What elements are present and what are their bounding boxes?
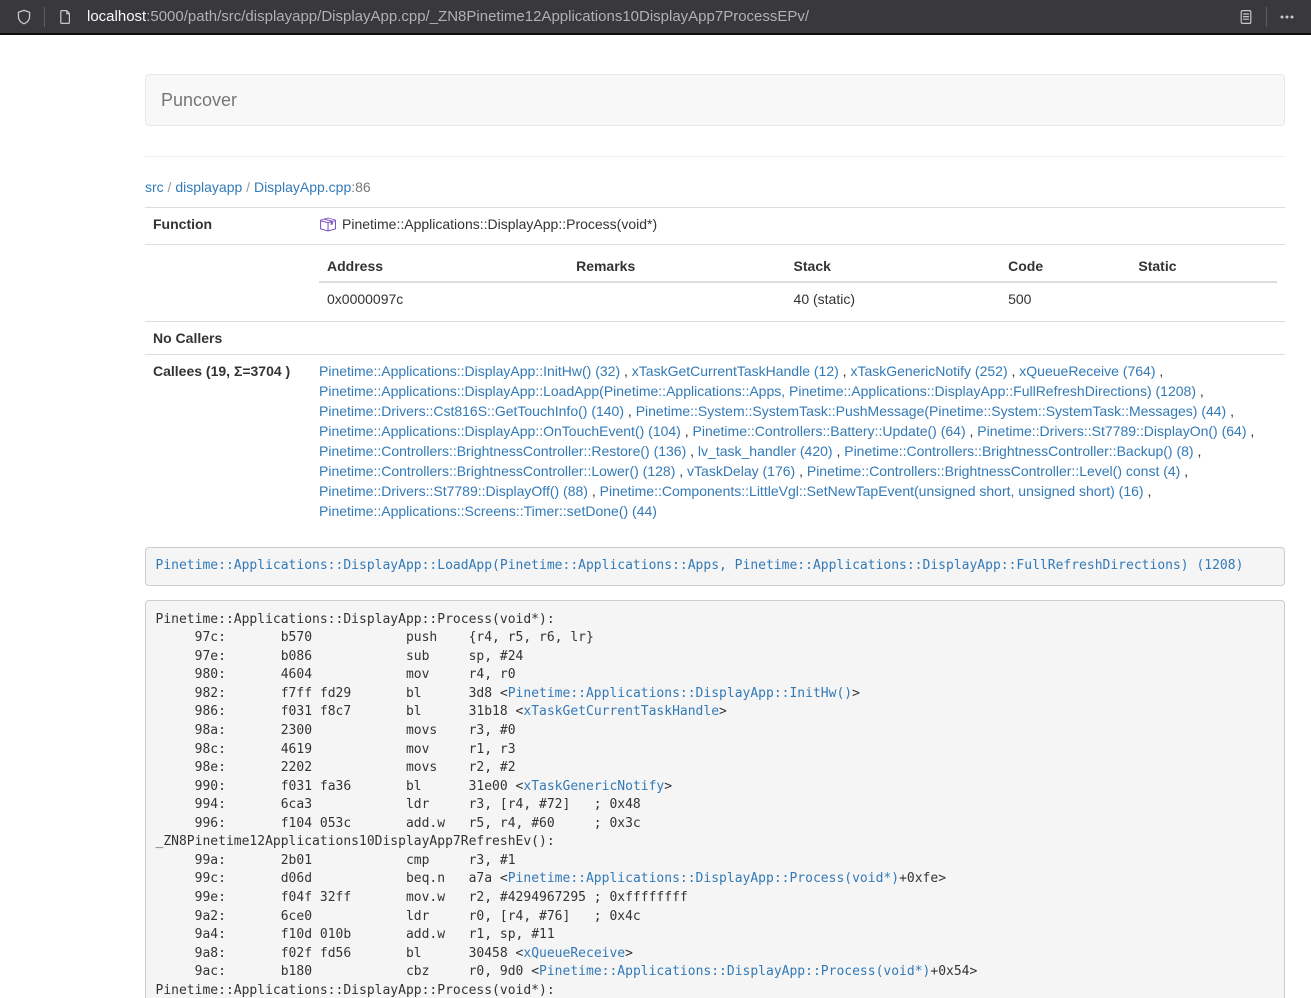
- breadcrumb: src / displayapp / DisplayApp.cpp:86: [145, 179, 1285, 195]
- callee-link[interactable]: Pinetime::System::SystemTask::PushMessag…: [636, 403, 1227, 419]
- page: Puncover src / displayapp / DisplayApp.c…: [130, 35, 1300, 998]
- callee-link[interactable]: Pinetime::Drivers::Cst816S::GetTouchInfo…: [319, 403, 624, 419]
- code-symbol-link[interactable]: Pinetime::Applications::DisplayApp::Proc…: [508, 871, 899, 886]
- stats-table: AddressRemarksStackCodeStatic 0x0000097c…: [319, 251, 1277, 315]
- more-menu-icon[interactable]: [1273, 3, 1301, 31]
- code-symbol-link[interactable]: xTaskGetCurrentTaskHandle: [523, 704, 719, 719]
- breadcrumb-link[interactable]: displayapp: [175, 179, 242, 195]
- snippet-link[interactable]: Pinetime::Applications::DisplayApp::Load…: [156, 558, 1244, 573]
- callees-row: Callees (19, Σ=3704 ) Pinetime::Applicat…: [145, 354, 1285, 527]
- callee-link[interactable]: vTaskDelay (176): [687, 463, 795, 479]
- page-icon[interactable]: [51, 3, 79, 31]
- stats-header-row: AddressRemarksStackCodeStatic: [319, 251, 1277, 282]
- callee-link[interactable]: Pinetime::Drivers::St7789::DisplayOn() (…: [977, 423, 1246, 439]
- function-row: Function Pinetime::Applications::Display…: [145, 208, 1285, 245]
- stats-header-cell: Address: [319, 251, 568, 282]
- chrome-separator: [44, 7, 45, 27]
- callees-cell: Pinetime::Applications::DisplayApp::Init…: [311, 354, 1285, 527]
- callees-label: Callees (19, Σ=3704 ): [145, 354, 311, 527]
- code-symbol-link[interactable]: Pinetime::Applications::DisplayApp::Init…: [508, 686, 852, 701]
- callee-link[interactable]: Pinetime::Applications::DisplayApp::Init…: [319, 363, 620, 379]
- callee-link[interactable]: Pinetime::Applications::DisplayApp::Load…: [319, 383, 1196, 399]
- snippet-panel: Pinetime::Applications::DisplayApp::Load…: [145, 547, 1285, 587]
- divider: [145, 156, 1285, 157]
- chrome-separator: [1266, 7, 1267, 27]
- stats-header-cell: Static: [1130, 251, 1277, 282]
- code-symbol-link[interactable]: xQueueReceive: [523, 946, 625, 961]
- stats-body: 0x0000097c 40 (static)500: [319, 282, 1277, 315]
- url-host: localhost: [87, 8, 146, 25]
- brand-link[interactable]: Puncover: [146, 90, 252, 111]
- callee-link[interactable]: Pinetime::Applications::Screens::Timer::…: [319, 503, 657, 519]
- stats-cell: [1130, 282, 1277, 315]
- code-symbol-link[interactable]: Pinetime::Applications::DisplayApp::Proc…: [539, 964, 930, 979]
- stats-cell: [568, 282, 785, 315]
- breadcrumb-separator: /: [164, 179, 176, 195]
- breadcrumb-separator: /: [242, 179, 254, 195]
- no-callers-label: No Callers: [145, 321, 311, 354]
- code-symbol-link[interactable]: xTaskGenericNotify: [523, 779, 664, 794]
- callee-link[interactable]: Pinetime::Applications::DisplayApp::OnTo…: [319, 423, 681, 439]
- url-path: :5000/path/src/displayapp/DisplayApp.cpp…: [146, 8, 809, 25]
- callee-link[interactable]: xQueueReceive (764): [1019, 363, 1155, 379]
- breadcrumb-line-number: :86: [351, 179, 370, 195]
- stats-header-cell: Code: [1000, 251, 1130, 282]
- function-name: Pinetime::Applications::DisplayApp::Proc…: [342, 214, 657, 234]
- browser-chrome: localhost:5000/path/src/displayapp/Displ…: [0, 0, 1311, 35]
- callee-link[interactable]: Pinetime::Components::LittleVgl::SetNewT…: [600, 483, 1144, 499]
- function-label: Function: [145, 208, 311, 245]
- shield-icon[interactable]: [10, 3, 38, 31]
- callee-link[interactable]: Pinetime::Controllers::BrightnessControl…: [844, 443, 1193, 459]
- callee-link[interactable]: xTaskGenericNotify (252): [850, 363, 1007, 379]
- reader-mode-icon[interactable]: [1232, 3, 1260, 31]
- breadcrumb-link[interactable]: DisplayApp.cpp: [254, 179, 351, 195]
- callee-link[interactable]: Pinetime::Controllers::Battery::Update()…: [693, 423, 966, 439]
- callee-link[interactable]: Pinetime::Controllers::BrightnessControl…: [319, 443, 686, 459]
- callee-link[interactable]: lv_task_handler (420): [698, 443, 833, 459]
- function-table: Function Pinetime::Applications::Display…: [145, 207, 1285, 527]
- callee-link[interactable]: Pinetime::Controllers::BrightnessControl…: [319, 463, 675, 479]
- stats-header-cell: Stack: [786, 251, 1001, 282]
- stats-row-container: AddressRemarksStackCodeStatic 0x0000097c…: [145, 244, 1285, 321]
- no-callers-row: No Callers: [145, 321, 1285, 354]
- stats-cell: 40 (static): [786, 282, 1001, 315]
- disassembly-code: Pinetime::Applications::DisplayApp::Proc…: [145, 600, 1285, 998]
- stats-header-cell: Remarks: [568, 251, 785, 282]
- navbar: Puncover: [145, 74, 1285, 126]
- package-icon: [319, 216, 336, 233]
- stats-row: 0x0000097c 40 (static)500: [319, 282, 1277, 315]
- stats-cell: 500: [1000, 282, 1130, 315]
- callee-link[interactable]: xTaskGetCurrentTaskHandle (12): [632, 363, 839, 379]
- breadcrumb-link[interactable]: src: [145, 179, 164, 195]
- callee-link[interactable]: Pinetime::Drivers::St7789::DisplayOff() …: [319, 483, 588, 499]
- url-text[interactable]: localhost:5000/path/src/displayapp/Displ…: [87, 8, 1232, 25]
- callee-link[interactable]: Pinetime::Controllers::BrightnessControl…: [807, 463, 1180, 479]
- stats-cell: 0x0000097c: [319, 282, 568, 315]
